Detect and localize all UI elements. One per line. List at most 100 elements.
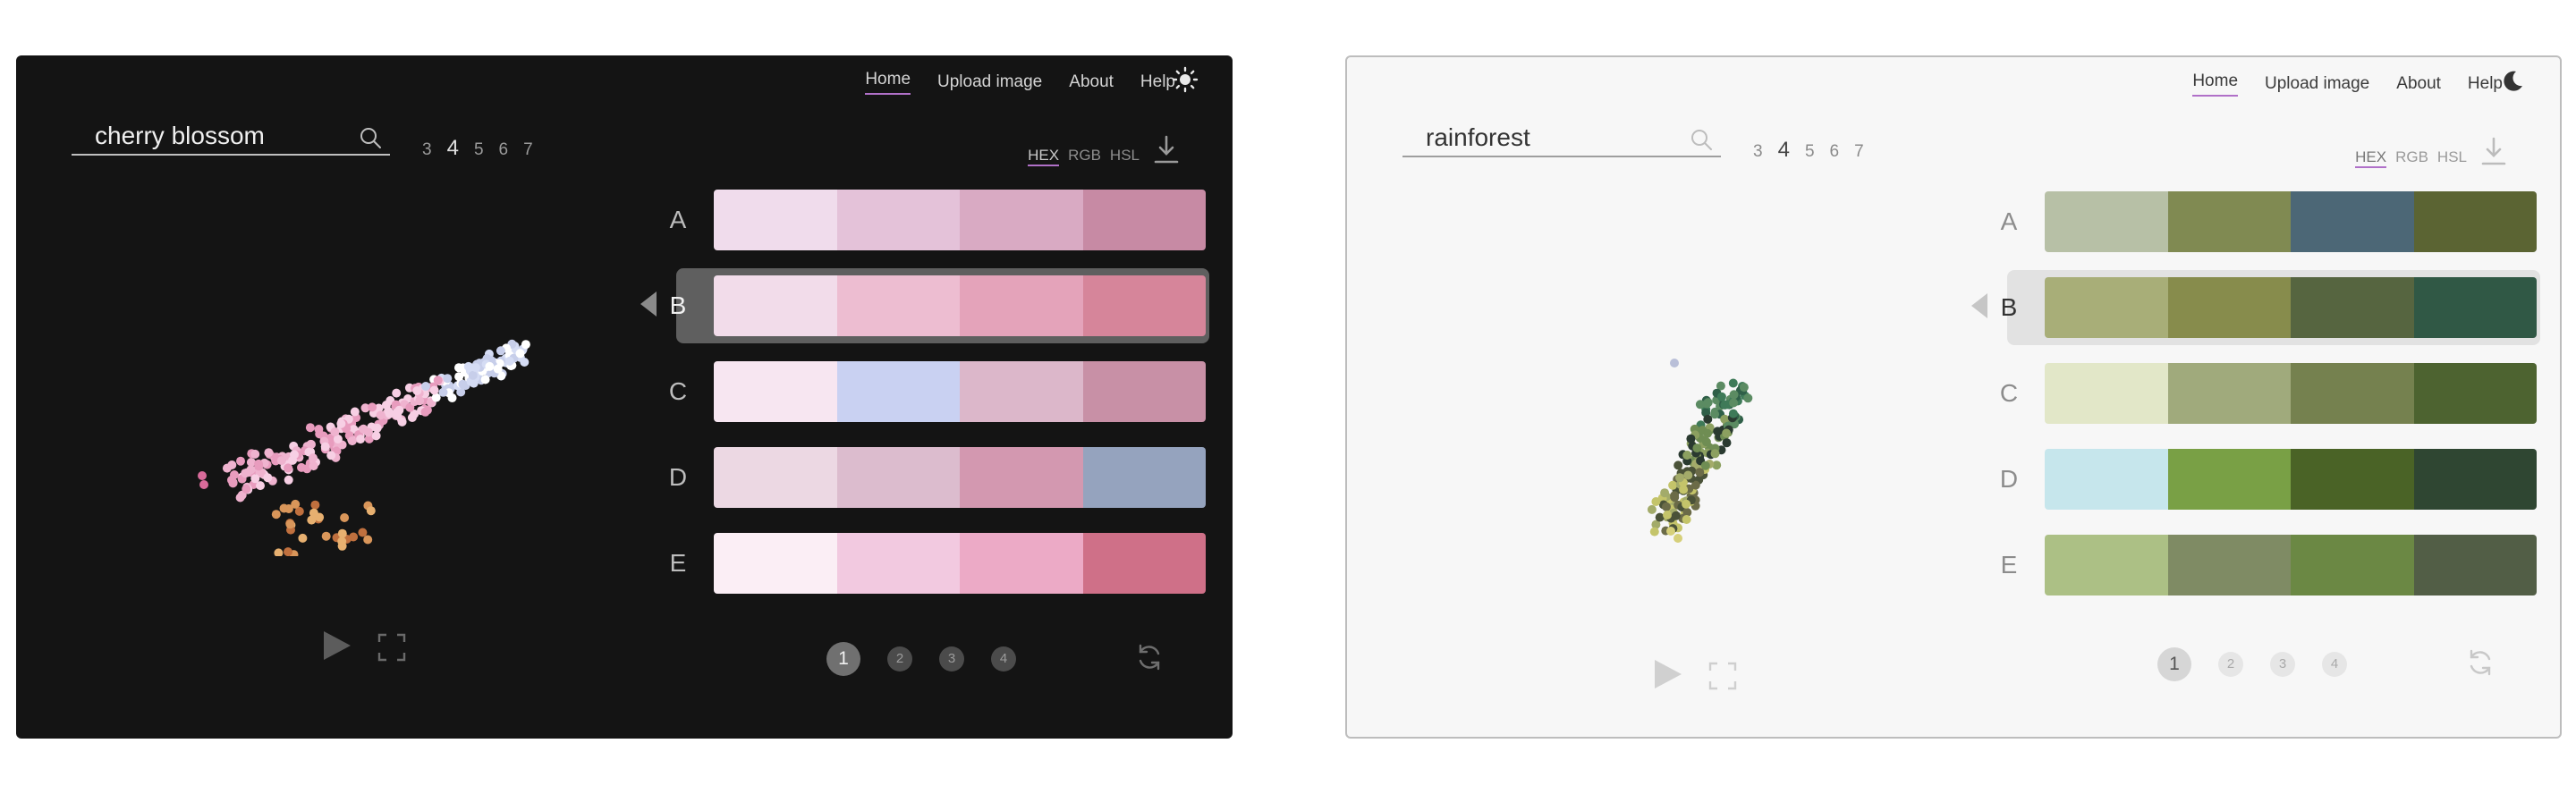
nav-about-link[interactable]: About [2396, 74, 2441, 94]
nav-about-link[interactable]: About [1069, 72, 1114, 92]
palette-row[interactable]: C [1991, 359, 2537, 427]
swatch[interactable] [2167, 449, 2291, 510]
swatch[interactable] [714, 447, 837, 508]
swatch[interactable] [2413, 277, 2537, 338]
swatch[interactable] [2291, 535, 2414, 596]
swatch[interactable] [960, 361, 1083, 422]
swatch[interactable] [2413, 191, 2537, 252]
format-hsl[interactable]: HSL [1110, 147, 1140, 166]
swatch[interactable] [836, 361, 960, 422]
fullscreen-icon[interactable] [377, 633, 406, 662]
swatch[interactable] [2291, 449, 2414, 510]
swatch[interactable] [960, 275, 1083, 336]
page-1-button[interactable]: 1 [826, 642, 860, 676]
refresh-icon[interactable] [1134, 642, 1165, 672]
format-hex[interactable]: HEX [2355, 148, 2387, 168]
swatch[interactable] [714, 533, 837, 594]
format-rgb[interactable]: RGB [2395, 148, 2428, 168]
search-icon[interactable] [358, 125, 383, 150]
count-option[interactable]: 5 [474, 140, 484, 160]
count-option[interactable]: 7 [1854, 142, 1864, 162]
palette-row[interactable]: C [660, 358, 1206, 426]
swatch[interactable] [836, 533, 960, 594]
fullscreen-icon[interactable] [1708, 662, 1737, 690]
sun-icon[interactable] [1172, 66, 1199, 93]
swatch[interactable] [2045, 449, 2168, 510]
palette-row[interactable]: A [1991, 188, 2537, 256]
nav-upload-image-link[interactable]: Upload image [937, 72, 1042, 92]
swatch[interactable] [714, 361, 837, 422]
palette-row[interactable]: E [1991, 531, 2537, 599]
palette-row-selected[interactable]: B [640, 268, 1209, 343]
swatch[interactable] [1082, 190, 1206, 250]
swatch[interactable] [2413, 363, 2537, 424]
page-4-button[interactable]: 4 [2322, 652, 2347, 677]
refresh-icon[interactable] [2465, 647, 2496, 678]
play-icon[interactable] [1653, 658, 1683, 690]
scatter-dot [433, 376, 443, 385]
count-option-selected[interactable]: 4 [1778, 138, 1790, 163]
swatch[interactable] [1082, 533, 1206, 594]
format-rgb[interactable]: RGB [1068, 147, 1101, 166]
palette-row[interactable]: A [660, 186, 1206, 254]
swatch[interactable] [1082, 447, 1206, 508]
page-4-button[interactable]: 4 [991, 646, 1016, 672]
swatch[interactable] [2045, 191, 2168, 252]
palette-swatches [714, 447, 1206, 508]
swatch[interactable] [836, 190, 960, 250]
search-input[interactable] [72, 118, 365, 154]
swatch[interactable] [1082, 275, 1206, 336]
nav-home-link[interactable]: Home [865, 70, 911, 95]
swatch[interactable] [2291, 277, 2414, 338]
swatch[interactable] [836, 447, 960, 508]
count-option[interactable]: 5 [1805, 142, 1815, 162]
palette-row-selected[interactable]: B [1971, 270, 2540, 345]
page-3-button[interactable]: 3 [2270, 652, 2295, 677]
page-3-button[interactable]: 3 [939, 646, 964, 672]
count-option[interactable]: 3 [1753, 142, 1763, 162]
nav-help-link[interactable]: Help [2468, 74, 2503, 94]
count-option[interactable]: 3 [422, 140, 432, 160]
palette-row[interactable]: E [660, 529, 1206, 597]
nav-upload-image-link[interactable]: Upload image [2265, 74, 2369, 94]
swatch[interactable] [2045, 363, 2168, 424]
swatch[interactable] [2167, 191, 2291, 252]
count-option[interactable]: 7 [523, 140, 533, 160]
swatch[interactable] [836, 275, 960, 336]
count-option[interactable]: 6 [1830, 142, 1840, 162]
nav-home-link[interactable]: Home [2192, 72, 2239, 97]
page-2-button[interactable]: 2 [2218, 652, 2243, 677]
swatch[interactable] [960, 533, 1083, 594]
page-1-button[interactable]: 1 [2157, 647, 2191, 681]
search-icon[interactable] [1689, 127, 1714, 152]
download-icon[interactable] [2479, 136, 2508, 168]
swatch[interactable] [714, 275, 837, 336]
download-icon[interactable] [1152, 134, 1181, 166]
swatch[interactable] [2045, 535, 2168, 596]
color-scatter-plot[interactable] [1615, 343, 1776, 558]
swatch[interactable] [2291, 191, 2414, 252]
search-input[interactable] [1402, 120, 1696, 156]
moon-icon[interactable] [2499, 68, 2526, 95]
swatch[interactable] [714, 190, 837, 250]
swatch[interactable] [2413, 535, 2537, 596]
format-hsl[interactable]: HSL [2437, 148, 2467, 168]
play-icon[interactable] [322, 629, 352, 662]
color-scatter-plot[interactable] [177, 288, 571, 560]
page-2-button[interactable]: 2 [887, 646, 912, 672]
swatch[interactable] [2167, 277, 2291, 338]
swatch[interactable] [2291, 363, 2414, 424]
count-option[interactable]: 6 [499, 140, 509, 160]
palette-row[interactable]: D [660, 443, 1206, 511]
swatch[interactable] [2045, 277, 2168, 338]
swatch[interactable] [2167, 535, 2291, 596]
count-option-selected[interactable]: 4 [447, 136, 459, 161]
format-hex[interactable]: HEX [1028, 147, 1060, 166]
swatch[interactable] [960, 190, 1083, 250]
swatch[interactable] [2413, 449, 2537, 510]
swatch[interactable] [960, 447, 1083, 508]
swatch[interactable] [1082, 361, 1206, 422]
palette-row[interactable]: D [1991, 445, 2537, 513]
nav-help-link[interactable]: Help [1140, 72, 1175, 92]
swatch[interactable] [2167, 363, 2291, 424]
